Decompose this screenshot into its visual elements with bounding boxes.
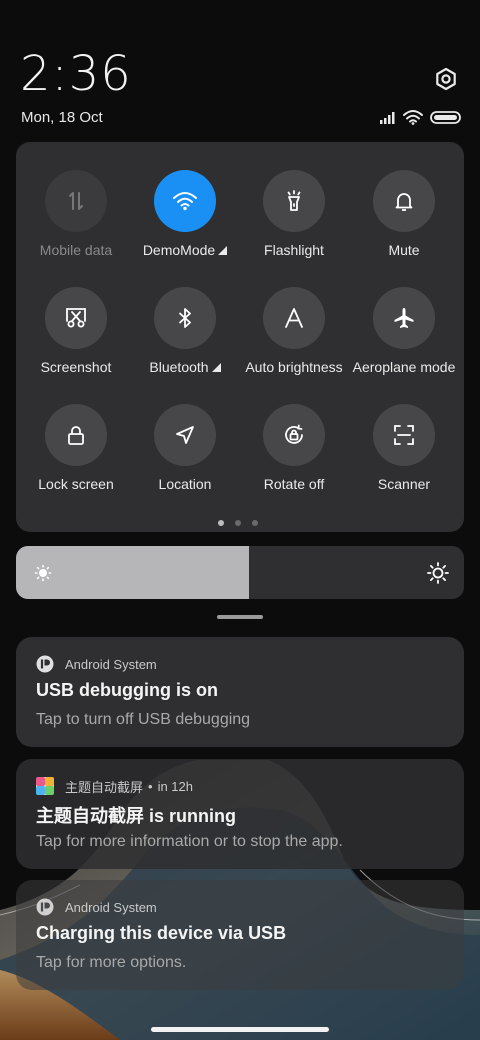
drag-handle[interactable] bbox=[217, 615, 263, 619]
brightness-low-icon bbox=[34, 564, 52, 582]
flashlight-icon bbox=[287, 190, 301, 211]
notification-app-name: Android System bbox=[65, 656, 157, 672]
brightness-high-icon bbox=[427, 562, 449, 584]
tile-lock-screen[interactable]: Lock screen bbox=[21, 404, 131, 492]
tile-label: Aeroplane mode bbox=[352, 359, 456, 375]
tile-screenshot[interactable]: Screenshot bbox=[21, 287, 131, 375]
rotate-lock-icon bbox=[285, 424, 303, 444]
battery-icon bbox=[430, 111, 461, 124]
home-indicator[interactable] bbox=[151, 1027, 329, 1032]
tile-label: Rotate off bbox=[263, 476, 325, 492]
android-system-icon bbox=[36, 898, 54, 916]
theme-app-icon bbox=[36, 777, 54, 795]
scanner-icon bbox=[394, 425, 414, 445]
signal-icon bbox=[380, 112, 395, 124]
tile-label: Location bbox=[158, 476, 212, 492]
tile-label: Mute bbox=[388, 242, 420, 258]
lock-icon bbox=[68, 426, 84, 445]
screenshot-icon bbox=[66, 308, 86, 328]
status-icons bbox=[378, 108, 462, 126]
notification-usb-charging[interactable]: Android System Charging this device via … bbox=[16, 880, 464, 990]
tile-location[interactable]: Location bbox=[130, 404, 240, 492]
tile-aeroplane-mode[interactable]: Aeroplane mode bbox=[349, 287, 459, 375]
tile-label: Mobile data bbox=[39, 242, 113, 258]
tile-rotate-off[interactable]: Rotate off bbox=[239, 404, 349, 492]
tile-label: Lock screen bbox=[38, 476, 114, 492]
airplane-icon bbox=[394, 308, 414, 328]
wifi-status-icon bbox=[403, 110, 423, 123]
notification-title: Charging this device via USB bbox=[36, 923, 287, 943]
notification-usb-debugging[interactable]: Android System USB debugging is on Tap t… bbox=[16, 637, 464, 747]
clock[interactable]: 2:36 bbox=[20, 46, 132, 102]
page-dot bbox=[235, 520, 241, 526]
location-icon bbox=[176, 426, 194, 444]
android-system-icon bbox=[36, 655, 54, 673]
notification-title: 主题自动截屏 is running bbox=[36, 806, 236, 826]
notification-app-name: Android System bbox=[65, 899, 157, 915]
tile-bluetooth[interactable]: Bluetooth bbox=[130, 287, 240, 375]
notification-title: USB debugging is on bbox=[36, 680, 218, 700]
tile-label: DemoMode bbox=[142, 242, 216, 258]
settings-button[interactable] bbox=[433, 66, 459, 92]
bluetooth-icon bbox=[179, 308, 191, 328]
tile-label: Flashlight bbox=[264, 242, 324, 258]
bell-icon bbox=[395, 193, 413, 211]
tile-label: Screenshot bbox=[40, 359, 112, 375]
tile-flashlight[interactable]: Flashlight bbox=[239, 170, 349, 258]
auto-brightness-icon bbox=[285, 308, 303, 328]
mobile-data-icon bbox=[69, 192, 83, 210]
notification-app-name: 主题自动截屏 bbox=[65, 779, 144, 795]
notification-body: Tap for more options. bbox=[36, 954, 187, 971]
notification-body: Tap to turn off USB debugging bbox=[36, 711, 251, 728]
brightness-slider[interactable] bbox=[16, 546, 464, 599]
wifi-icon bbox=[173, 192, 197, 211]
date[interactable]: Mon, 18 Oct bbox=[21, 109, 103, 126]
notification-theme-screenshot[interactable]: 主题自动截屏 • in 12h 主题自动截屏 is running Tap fo… bbox=[16, 759, 464, 869]
tile-label: Bluetooth bbox=[149, 359, 209, 375]
tile-label: Scanner bbox=[377, 476, 431, 492]
page-dot bbox=[252, 520, 258, 526]
notification-time: in 12h bbox=[157, 778, 193, 794]
quick-settings-panel: Mobile data DemoMode Flashlight Mute Scr… bbox=[16, 142, 464, 532]
tile-mute[interactable]: Mute bbox=[349, 170, 459, 258]
tile-mobile-data[interactable]: Mobile data bbox=[21, 170, 131, 258]
notification-body: Tap for more information or to stop the … bbox=[36, 833, 343, 850]
tile-wifi[interactable]: DemoMode bbox=[130, 170, 240, 258]
tile-scanner[interactable]: Scanner bbox=[349, 404, 459, 492]
page-dot bbox=[218, 520, 224, 526]
tile-label: Auto brightness bbox=[245, 359, 343, 375]
tile-auto-brightness[interactable]: Auto brightness bbox=[239, 287, 349, 375]
page-indicator bbox=[218, 520, 258, 526]
gear-icon bbox=[436, 67, 456, 91]
expand-arrow-icon bbox=[218, 246, 228, 255]
expand-arrow-icon bbox=[211, 363, 221, 372]
